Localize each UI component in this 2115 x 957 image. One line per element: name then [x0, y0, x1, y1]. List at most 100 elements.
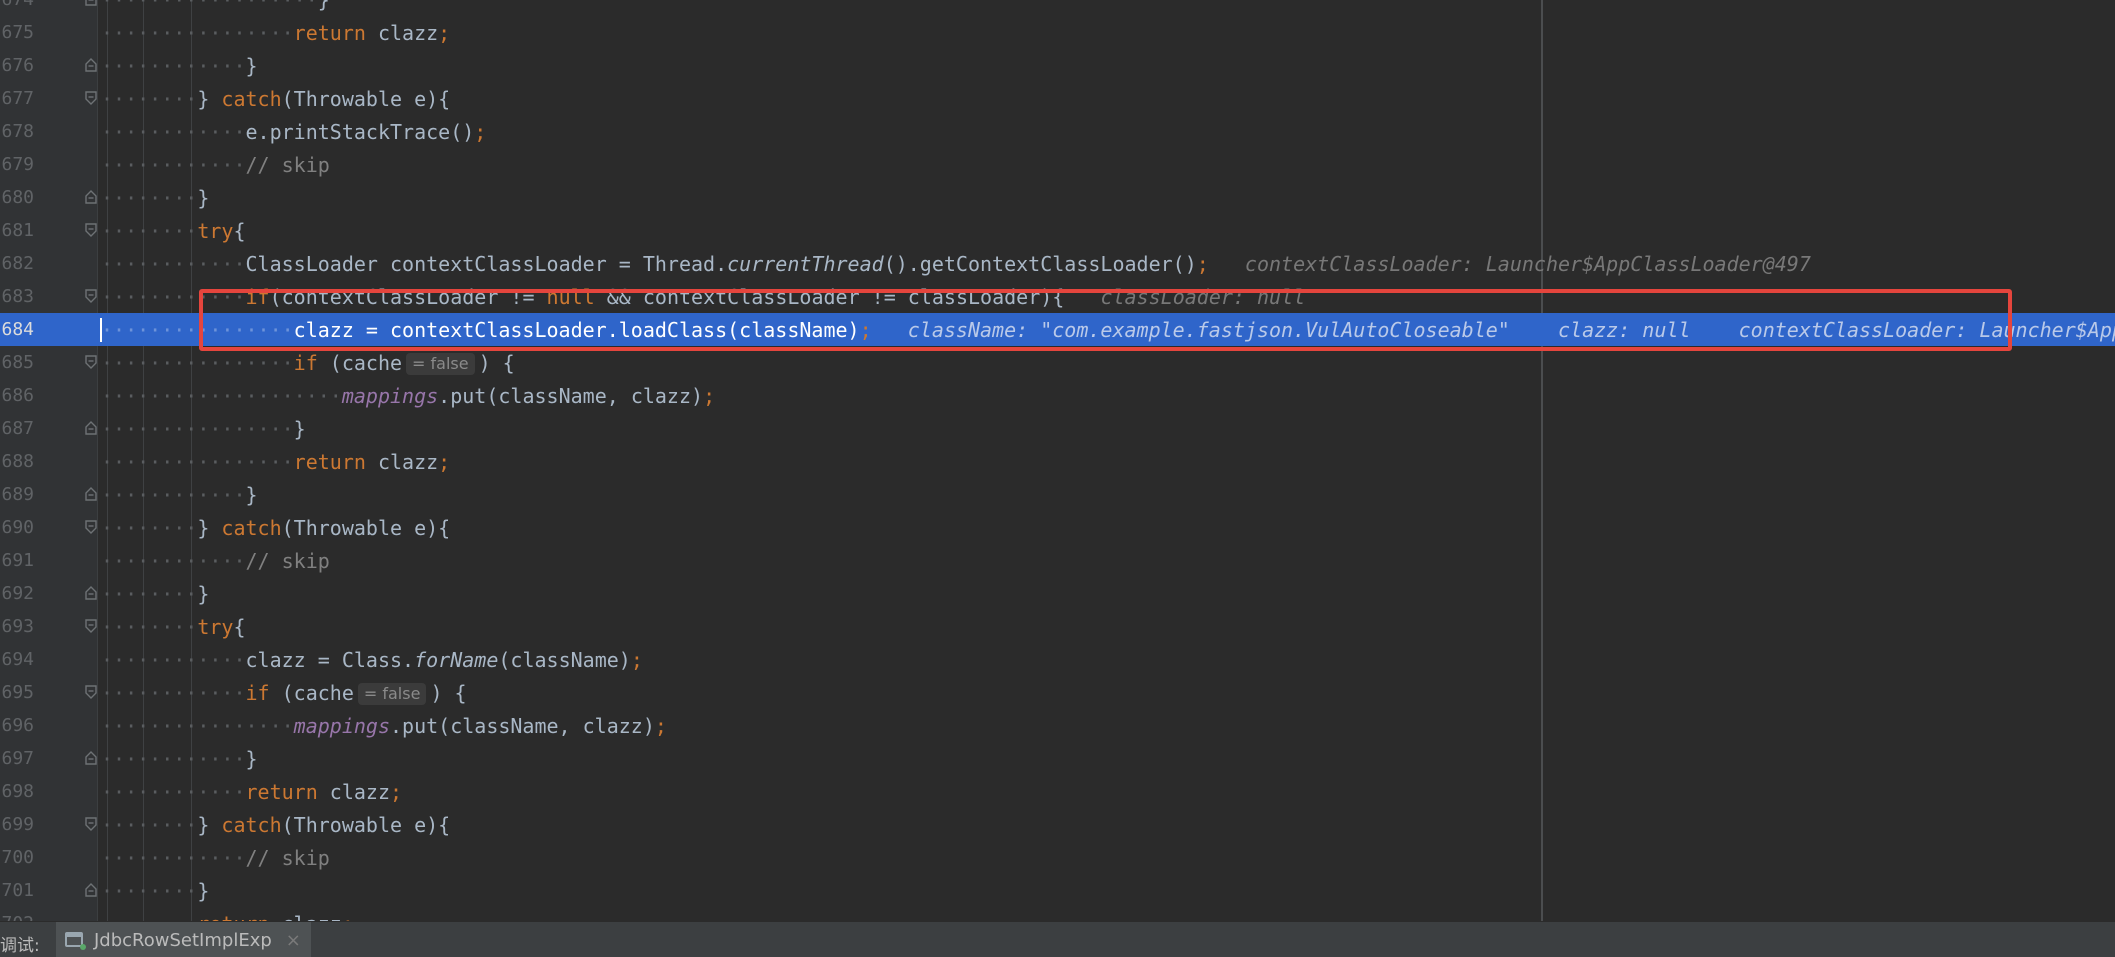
line-number[interactable]: 689 — [0, 484, 34, 505]
code-line-current[interactable]: 684 ················clazz = contextClassL… — [0, 313, 2115, 346]
code-text[interactable]: ············// skip — [101, 549, 330, 573]
fold-collapse-icon[interactable] — [84, 685, 98, 699]
line-number[interactable]: 692 — [0, 583, 34, 604]
line-number[interactable]: 688 — [0, 451, 34, 472]
fold-collapse-icon[interactable] — [84, 223, 98, 237]
code-line[interactable]: 695 ············if (cache = false) { — [0, 676, 2115, 709]
fold-end-icon[interactable] — [84, 190, 98, 204]
line-number[interactable]: 702 — [0, 913, 34, 921]
line-number[interactable]: 691 — [0, 550, 34, 571]
line-number[interactable]: 687 — [0, 418, 34, 439]
code-line[interactable]: 701 ········} — [0, 874, 2115, 907]
line-number[interactable]: 697 — [0, 748, 34, 769]
fold-collapse-icon[interactable] — [84, 289, 98, 303]
fold-end-icon[interactable] — [84, 751, 98, 765]
line-number[interactable]: 701 — [0, 880, 34, 901]
line-number[interactable]: 684 — [0, 319, 34, 340]
line-number[interactable]: 681 — [0, 220, 34, 241]
fold-collapse-icon[interactable] — [84, 355, 98, 369]
line-number[interactable]: 676 — [0, 55, 34, 76]
code-line[interactable]: 674 ··················} — [0, 0, 2115, 16]
code-line[interactable]: 679 ············// skip — [0, 148, 2115, 181]
code-text[interactable]: ················clazz = contextClassLoad… — [101, 318, 2115, 342]
line-number[interactable]: 698 — [0, 781, 34, 802]
line-number[interactable]: 695 — [0, 682, 34, 703]
code-text[interactable]: ············return clazz; — [101, 780, 402, 804]
code-line[interactable]: 696 ················mappings.put(classNam… — [0, 709, 2115, 742]
code-line[interactable]: 686 ····················mappings.put(clas… — [0, 379, 2115, 412]
code-text[interactable]: ········try{ — [101, 219, 246, 243]
fold-collapse-icon[interactable] — [84, 817, 98, 831]
code-text[interactable]: ················return clazz; — [101, 450, 450, 474]
code-line[interactable]: 682 ············ClassLoader contextClassL… — [0, 247, 2115, 280]
code-text[interactable]: ············clazz = Class.forName(classN… — [101, 648, 643, 672]
code-text[interactable]: ············if (cache = false) { — [101, 681, 467, 705]
code-text[interactable]: ····················mappings.put(classNa… — [101, 384, 715, 408]
line-number[interactable]: 685 — [0, 352, 34, 373]
code-line[interactable]: 687 ················} — [0, 412, 2115, 445]
fold-collapse-icon[interactable] — [84, 520, 98, 534]
code-line[interactable]: 689 ············} — [0, 478, 2115, 511]
fold-collapse-icon[interactable] — [84, 91, 98, 105]
line-number[interactable]: 678 — [0, 121, 34, 142]
line-number[interactable]: 682 — [0, 253, 34, 274]
code-line[interactable]: 677 ········} catch(Throwable e){ — [0, 82, 2115, 115]
code-line[interactable]: 678 ············e.printStackTrace(); — [0, 115, 2115, 148]
line-number[interactable]: 675 — [0, 22, 34, 43]
code-line[interactable]: 680 ········} — [0, 181, 2115, 214]
code-text[interactable]: ················} — [101, 417, 306, 441]
code-text[interactable]: ········return clazz; — [101, 912, 354, 921]
code-line[interactable]: 693 ········try{ — [0, 610, 2115, 643]
code-text[interactable]: ········try{ — [101, 615, 246, 639]
code-editor[interactable]: 674··················}675···············… — [0, 0, 2115, 921]
code-text[interactable]: ········} catch(Throwable e){ — [101, 516, 450, 540]
code-text[interactable]: ················mappings.put(className, … — [101, 714, 667, 738]
line-number[interactable]: 694 — [0, 649, 34, 670]
code-line[interactable]: 683 ············if(contextClassLoader != … — [0, 280, 2115, 313]
code-text[interactable]: ············e.printStackTrace(); — [101, 120, 486, 144]
debug-session-tab[interactable]: JdbcRowSetImplExp × — [56, 922, 311, 957]
code-text[interactable]: ··················} — [101, 0, 330, 12]
line-number[interactable]: 680 — [0, 187, 34, 208]
code-text[interactable]: ············// skip — [101, 846, 330, 870]
line-number[interactable]: 699 — [0, 814, 34, 835]
line-number[interactable]: 690 — [0, 517, 34, 538]
code-line[interactable]: 681 ········try{ — [0, 214, 2115, 247]
code-line[interactable]: 698 ············return clazz; — [0, 775, 2115, 808]
code-text[interactable]: ············} — [101, 483, 258, 507]
code-line[interactable]: 690 ········} catch(Throwable e){ — [0, 511, 2115, 544]
code-text[interactable]: ········} — [101, 879, 209, 903]
fold-end-icon[interactable] — [84, 883, 98, 897]
code-line[interactable]: 688 ················return clazz; — [0, 445, 2115, 478]
line-number[interactable]: 679 — [0, 154, 34, 175]
close-icon[interactable]: × — [286, 930, 301, 951]
line-number[interactable]: 686 — [0, 385, 34, 406]
line-number[interactable]: 696 — [0, 715, 34, 736]
code-text[interactable]: ············} — [101, 747, 258, 771]
code-text[interactable]: ················if (cache = false) { — [101, 351, 515, 375]
fold-end-icon[interactable] — [84, 487, 98, 501]
line-number[interactable]: 674 — [0, 0, 34, 10]
code-text[interactable]: ········} catch(Throwable e){ — [101, 87, 450, 111]
fold-end-icon[interactable] — [84, 0, 98, 6]
fold-end-icon[interactable] — [84, 58, 98, 72]
code-lines[interactable]: 674··················}675···············… — [0, 0, 2115, 921]
code-line[interactable]: 700 ············// skip — [0, 841, 2115, 874]
code-line[interactable]: 692 ········} — [0, 577, 2115, 610]
line-number[interactable]: 700 — [0, 847, 34, 868]
code-line[interactable]: 675 ················return clazz; — [0, 16, 2115, 49]
fold-collapse-icon[interactable] — [84, 619, 98, 633]
code-line[interactable]: 694 ············clazz = Class.forName(cla… — [0, 643, 2115, 676]
code-line[interactable]: 676 ············} — [0, 49, 2115, 82]
code-line[interactable]: 699 ········} catch(Throwable e){ — [0, 808, 2115, 841]
code-line[interactable]: 702 ········return clazz; — [0, 907, 2115, 921]
code-text[interactable]: ········} — [101, 186, 209, 210]
fold-end-icon[interactable] — [84, 421, 98, 435]
line-number[interactable]: 693 — [0, 616, 34, 637]
code-text[interactable]: ········} catch(Throwable e){ — [101, 813, 450, 837]
code-line[interactable]: 697 ············} — [0, 742, 2115, 775]
code-text[interactable]: ············ClassLoader contextClassLoad… — [101, 252, 1811, 276]
line-number[interactable]: 683 — [0, 286, 34, 307]
code-text[interactable]: ············// skip — [101, 153, 330, 177]
code-text[interactable]: ············} — [101, 54, 258, 78]
